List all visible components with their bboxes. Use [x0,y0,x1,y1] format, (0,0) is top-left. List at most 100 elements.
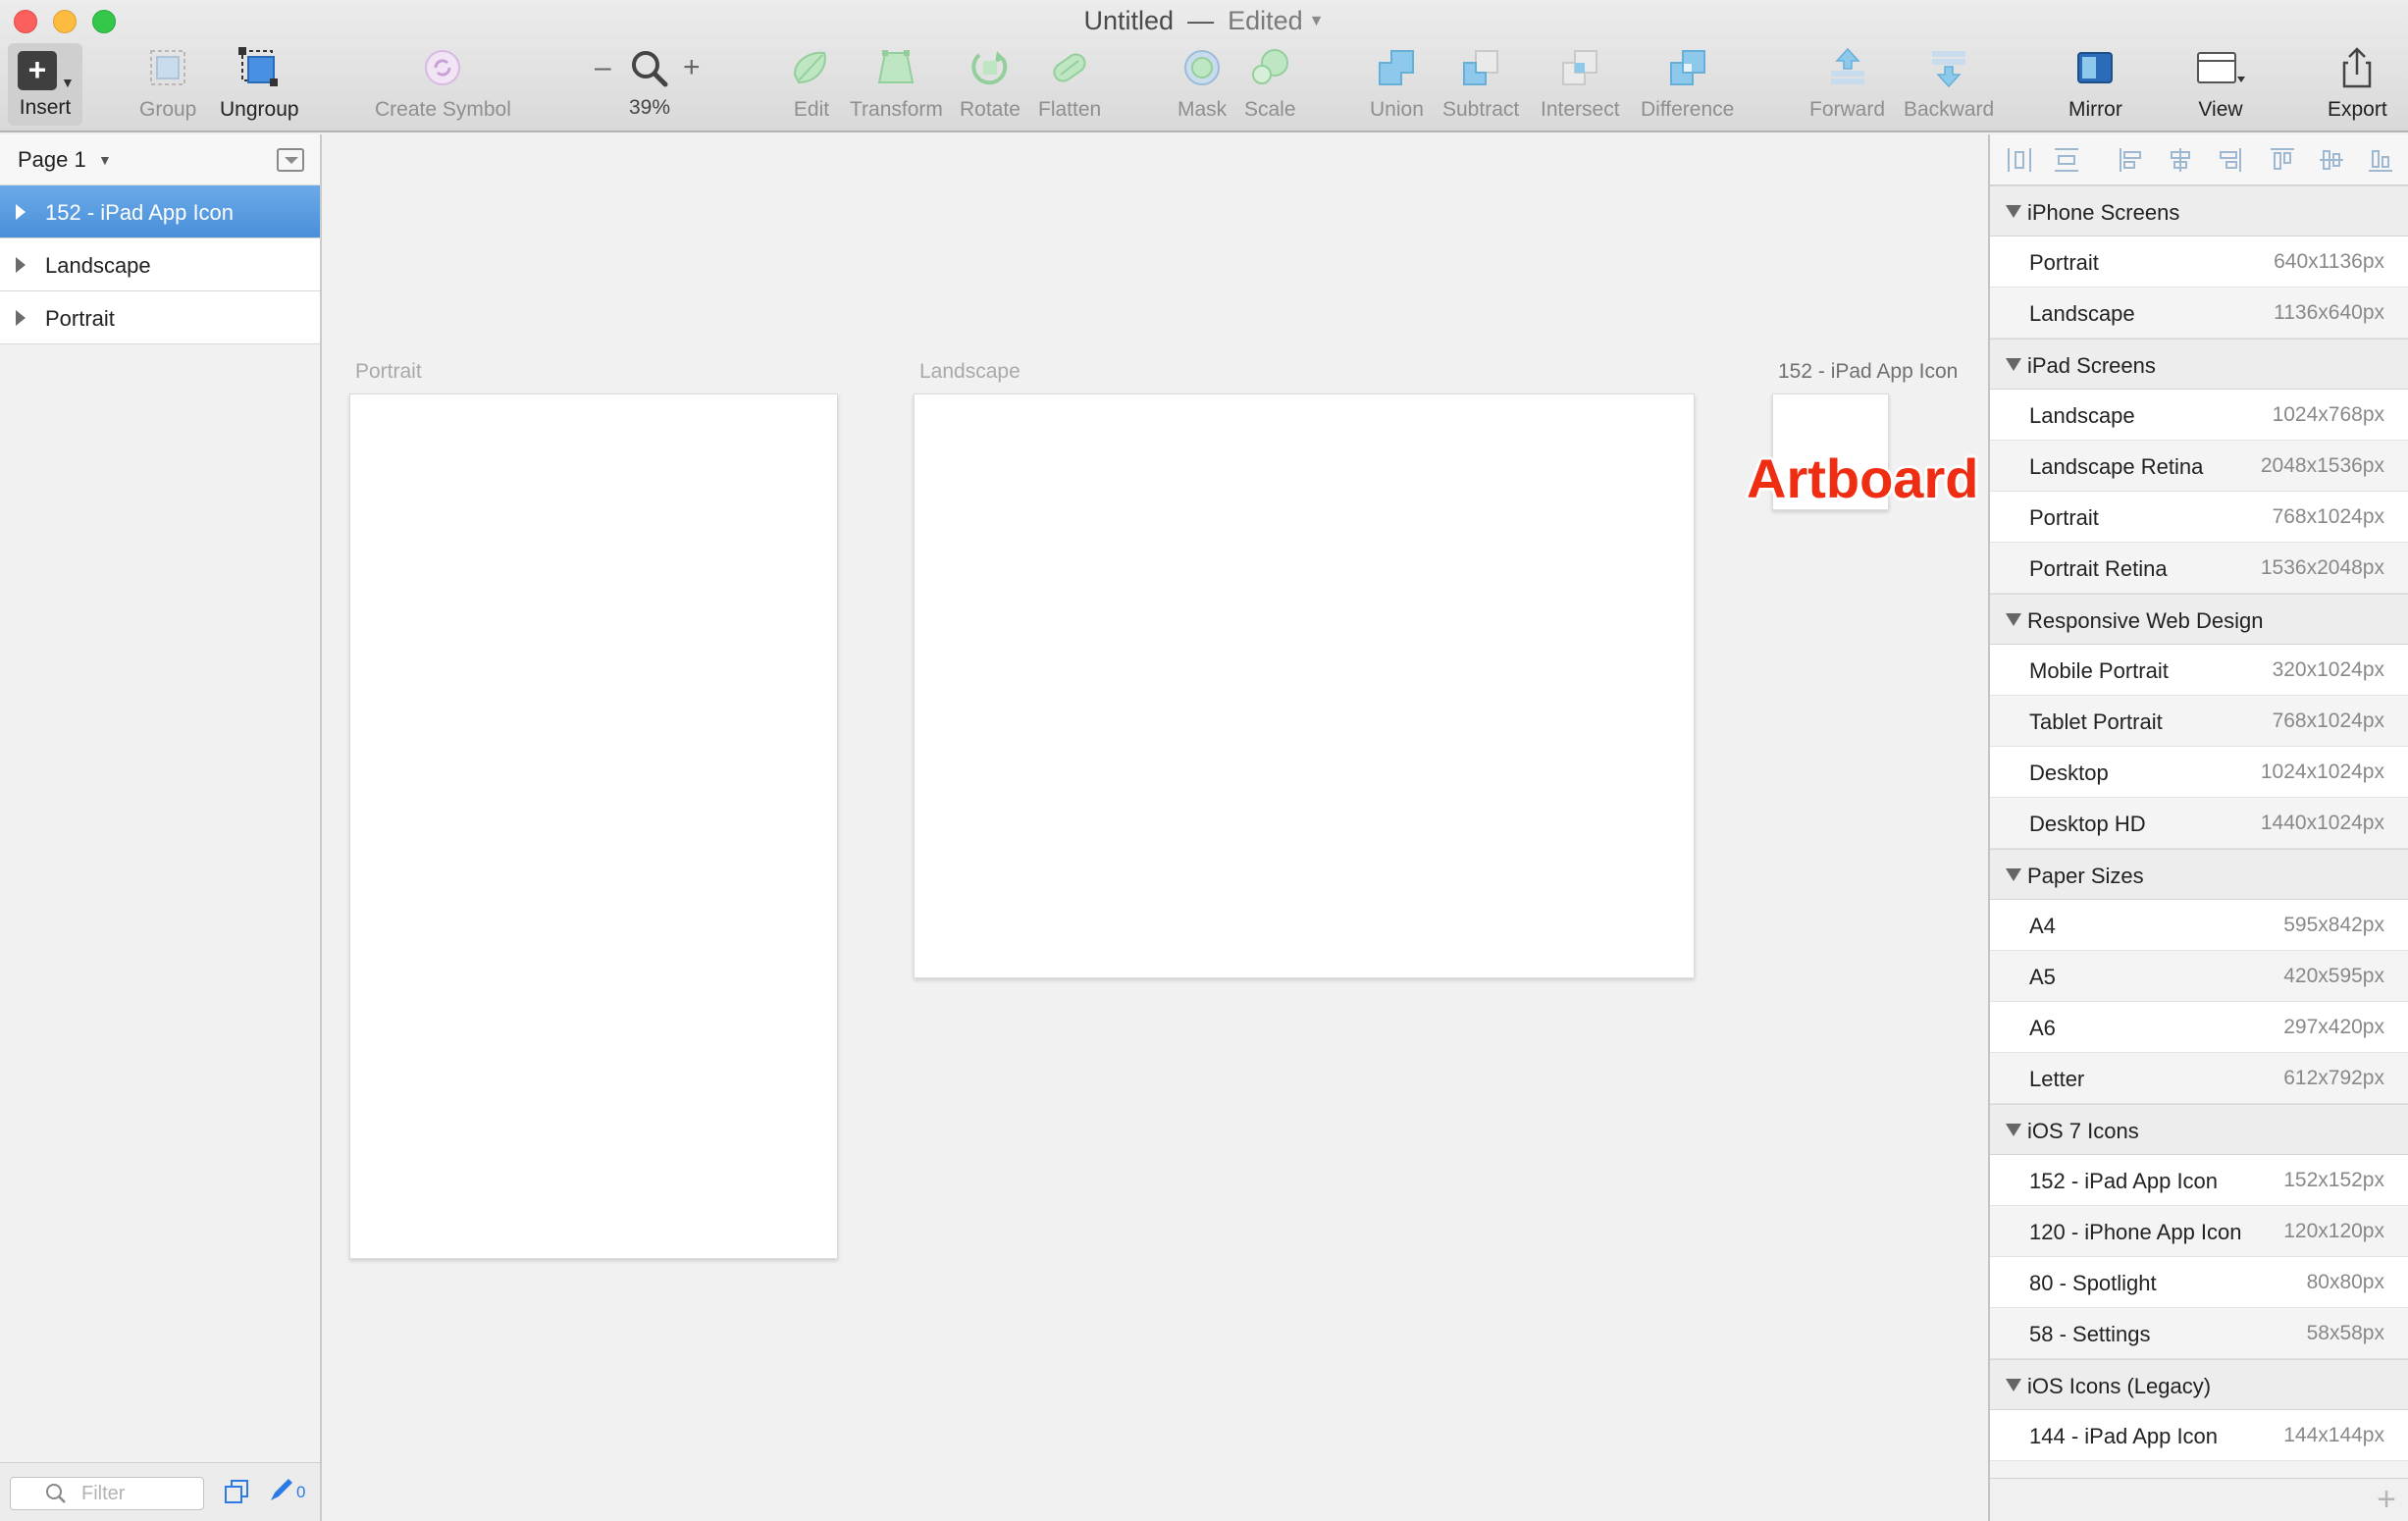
transform-icon [878,50,915,83]
align-right-icon[interactable] [2216,146,2243,174]
forward-button[interactable]: Forward [1809,45,1885,122]
layer-label: Landscape [45,253,151,278]
artboard-title-landscape[interactable]: Landscape [919,360,1021,384]
preset-item[interactable]: Landscape 1024x768px [1990,390,2408,441]
filter-input[interactable] [10,1477,204,1510]
align-middle-icon[interactable] [2318,146,2345,174]
layer-row[interactable]: Portrait [0,291,320,344]
layer-row[interactable]: Landscape [0,238,320,291]
mirror-icon [2077,52,2114,83]
artboard-title-portrait[interactable]: Portrait [355,360,422,384]
align-center-icon[interactable] [2167,146,2194,174]
layers-footer: 0 [0,1462,320,1521]
subtract-button[interactable]: Subtract [1442,45,1519,122]
rotate-button[interactable]: Rotate [960,45,1021,122]
export-button[interactable]: Export [2328,45,2387,122]
layers-panel: Page 1 ▼ 152 - iPad App Icon Landscape P… [0,134,322,1521]
artboard-portrait[interactable] [349,393,838,1259]
duplicate-icon[interactable] [224,1479,249,1504]
preset-group-ios-icons-legacy[interactable]: iOS Icons (Legacy) [1990,1359,2408,1410]
preset-group-paper-sizes[interactable]: Paper Sizes [1990,849,2408,900]
bring-forward-icon [1830,47,1864,84]
chevron-down-icon: ▼ [61,75,75,90]
backward-button[interactable]: Backward [1904,45,1994,122]
preset-item[interactable]: A5 420x595px [1990,951,2408,1002]
layer-label: Portrait [45,306,115,331]
canvas[interactable]: Portrait Landscape 152 - iPad App Icon A… [324,134,1988,1521]
preset-item[interactable]: 144 - iPad App Icon 144x144px [1990,1410,2408,1461]
flatten-button[interactable]: Flatten [1038,45,1101,122]
preset-item[interactable]: 80 - Spotlight 80x80px [1990,1257,2408,1308]
view-icon [2197,52,2245,83]
flatten-icon [1053,53,1086,82]
preset-item[interactable]: 120 - iPhone App Icon 120x120px [1990,1206,2408,1257]
preset-item[interactable]: Desktop HD 1440x1024px [1990,798,2408,849]
inspector-footer: + [1990,1478,2408,1521]
preset-item[interactable]: Landscape 1136x640px [1990,288,2408,339]
layer-row[interactable]: 152 - iPad App Icon [0,185,320,238]
magnifier-icon[interactable] [630,49,669,88]
preset-group-ios-7-icons[interactable]: iOS 7 Icons [1990,1104,2408,1155]
preset-item[interactable]: Portrait Retina 1536x2048px [1990,543,2408,594]
mask-button[interactable]: Mask [1178,45,1227,122]
page-name: Page 1 [18,147,86,172]
zoom-out-button[interactable]: – [595,51,611,84]
preset-group-iphone-screens[interactable]: iPhone Screens [1990,185,2408,236]
artboard-callout: Artboard [1747,447,1979,509]
preset-item[interactable]: A6 297x420px [1990,1002,2408,1053]
preset-item[interactable]: Portrait 768x1024px [1990,492,2408,543]
layer-label: 152 - iPad App Icon [45,200,235,225]
artboard-landscape[interactable] [914,393,1695,978]
mirror-button[interactable]: Mirror [2068,45,2122,122]
preset-item[interactable]: Tablet Portrait 768x1024px [1990,696,2408,747]
add-preset-button[interactable]: + [2377,1481,2396,1519]
pencil-icon[interactable] [267,1477,294,1504]
transform-button[interactable]: Transform [850,45,943,122]
page-selector[interactable]: Page 1 ▼ [0,134,320,185]
artboard-title-ipad-icon[interactable]: 152 - iPad App Icon [1778,360,1958,384]
distribute-horizontal-icon[interactable] [2006,146,2033,174]
align-left-icon[interactable] [2118,146,2145,174]
disclosure-triangle-icon[interactable] [16,310,26,326]
window-title[interactable]: Untitled — Edited ▼ [0,6,2408,36]
union-button[interactable]: Union [1370,45,1424,122]
disclosure-triangle-icon [2006,1379,2021,1391]
ungroup-button[interactable]: Ungroup [220,45,299,122]
plus-icon: + [18,51,57,90]
send-backward-icon [1932,51,1966,88]
intersect-button[interactable]: Intersect [1541,45,1620,122]
align-top-icon[interactable] [2269,146,2296,174]
preset-item[interactable]: Letter 612x792px [1990,1053,2408,1104]
distribute-vertical-icon[interactable] [2053,146,2080,174]
mask-icon [1184,50,1221,85]
edited-count: 0 [296,1483,306,1501]
scale-button[interactable]: Scale [1244,45,1296,122]
disclosure-triangle-icon[interactable] [16,204,26,220]
preset-item[interactable]: Portrait 640x1136px [1990,236,2408,288]
preset-item[interactable]: A4 595x842px [1990,900,2408,951]
align-bottom-icon[interactable] [2367,146,2394,174]
group-button[interactable]: Group [139,45,196,122]
preset-item[interactable]: 58 - Settings 58x58px [1990,1308,2408,1359]
preset-item[interactable]: 152 - iPad App Icon 152x152px [1990,1155,2408,1206]
toolbar: Untitled — Edited ▼ + ▼ Insert Group Ungrou… [0,0,2408,132]
disclosure-triangle-icon [2006,205,2021,218]
difference-button[interactable]: Difference [1641,45,1734,122]
search-icon [46,1484,66,1503]
preset-group-responsive-web-design[interactable]: Responsive Web Design [1990,594,2408,645]
disclosure-triangle-icon [2006,1124,2021,1136]
preset-item[interactable]: Desktop 1024x1024px [1990,747,2408,798]
disclosure-triangle-icon[interactable] [16,257,26,273]
zoom-in-button[interactable]: + [683,51,701,84]
preset-item[interactable]: Landscape Retina 2048x1536px [1990,441,2408,492]
preset-item[interactable]: Mobile Portrait 320x1024px [1990,645,2408,696]
document-name: Untitled [1083,6,1175,35]
create-symbol-button[interactable]: Create Symbol [375,45,511,122]
zoom-level: 39% [628,96,671,119]
view-button[interactable]: View [2194,45,2247,122]
toggle-pages-icon[interactable] [277,148,304,172]
preset-group-ipad-screens[interactable]: iPad Screens [1990,339,2408,390]
edit-icon [793,51,826,84]
scale-icon [1252,49,1289,84]
edit-button[interactable]: Edit [789,45,834,122]
